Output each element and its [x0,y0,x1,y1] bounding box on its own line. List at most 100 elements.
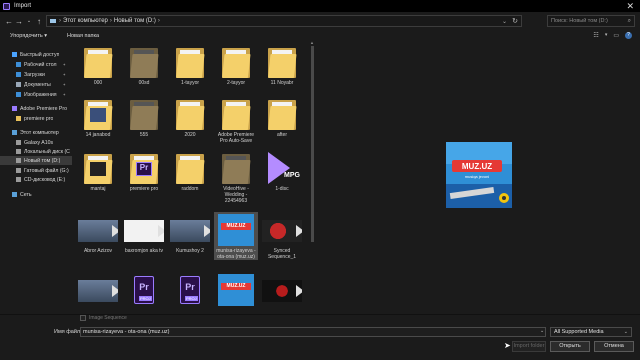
chevron-down-icon[interactable]: ▾ [605,32,608,39]
toolbar: Упорядочить ▾ Новая папка ☷ ▾ ▭ ? [0,30,640,42]
sidebar-item[interactable]: Новый том (D:) [0,156,72,165]
file-item[interactable]: raddom [168,150,212,192]
back-arrow-icon[interactable]: ← [4,17,14,26]
sidebar-item[interactable]: CD-дисковод (E:) [0,175,72,184]
video-thumbnail [262,280,302,302]
breadcrumb-drive-d[interactable]: Новый том (D:) [114,18,156,24]
play-icon [296,285,302,297]
file-item[interactable]: 1-tayyor [168,44,212,86]
file-name: mantaj [90,186,106,192]
file-thumbnail: MPG [260,150,304,186]
drive-icon [16,168,21,173]
sidebar-item[interactable]: Загрузки ✦ [0,70,72,79]
file-name: raddom [181,186,199,192]
file-item[interactable]: Kumushoy 2 [168,212,212,254]
play-icon [112,225,118,237]
file-item[interactable]: baxromjon aka tv [122,212,166,254]
import-folder-button[interactable]: Import folder [512,341,546,352]
folder-icon [176,154,205,184]
mpg-label: MPG [284,172,300,179]
file-thumbnail [168,150,212,186]
file-thumbnail [214,96,258,132]
sidebar-item[interactable]: Сеть [0,190,72,199]
file-item[interactable] [260,272,304,308]
window-title: Import [14,3,32,9]
file-item[interactable]: MUZ.UZ munisa-rizayeva - ota-ona (muz.uz) [214,212,258,260]
file-item[interactable]: VideoHive - Wedding - 22454963 [214,150,258,204]
file-thumbnail: Pr PROJ [168,272,212,308]
new-folder-button[interactable]: Новая папка [67,33,99,39]
file-name: 555 [139,132,149,138]
file-item[interactable]: Pr PROJ [168,272,212,308]
drive-icon [16,149,21,154]
sidebar-item[interactable]: Гатовый файл (G:) [0,166,72,175]
file-item[interactable]: 14 janabod [76,96,120,138]
folder-front [130,54,159,78]
premiere-project-icon: Pr PROJ [180,276,200,304]
chevron-down-icon[interactable]: ⌄ [540,328,544,334]
file-item[interactable]: MUZ.UZ [214,272,258,308]
sidebar-item[interactable]: Документы ✦ [0,80,72,89]
image-sequence-option[interactable]: Image Sequence [80,315,127,321]
cancel-button[interactable]: Отмена [594,341,634,352]
file-item[interactable]: 11 Noyabr [260,44,304,86]
scrollbar[interactable]: ▲ [310,40,315,314]
file-item[interactable]: Synced Sequence_1 [260,212,304,260]
file-item[interactable]: Pr PROJ [122,272,166,308]
file-thumbnail [168,44,212,80]
folder-icon [84,48,113,78]
open-button[interactable]: Открыть [550,341,590,352]
view-options-icon[interactable]: ☷ [593,32,598,39]
sidebar-item[interactable]: Galaxy A10s [0,138,72,147]
file-item[interactable]: 555 [122,96,166,138]
file-item[interactable]: mantaj [76,150,120,192]
search-input[interactable] [551,18,621,24]
sidebar-item-label: CD-дисковод (E:) [24,176,66,183]
forward-arrow-icon[interactable]: → [14,17,24,26]
premiere-logo-text: Pr [185,282,195,292]
sidebar-item[interactable]: Рабочий стол ✦ [0,60,72,69]
muz-logo: MUZ.UZ [221,283,251,290]
close-icon[interactable]: ✕ [626,0,634,12]
breadcrumb-this-pc[interactable]: Этот компьютер [63,18,108,24]
file-item[interactable]: MPG 1-disc [260,150,304,192]
file-item[interactable]: Pr premiere pro [122,150,166,192]
image-sequence-checkbox[interactable] [80,315,86,321]
sidebar-item[interactable]: Этот компьютер [0,128,72,137]
file-item[interactable]: Adobe Premiere Pro Auto-Save [214,96,258,144]
file-item[interactable]: 2-tayyor [214,44,258,86]
title-bar: Import ✕ [0,0,640,12]
file-name: baxromjon aka tv [124,248,164,254]
file-item[interactable]: Abror Azizov [76,212,120,254]
search-box[interactable]: ⌕ [547,15,635,27]
chevron-down-icon[interactable]: ⌄ [502,18,507,25]
file-name: VideoHive - Wedding - 22454963 [223,186,249,204]
file-thumbnail [122,212,166,248]
scroll-up-icon[interactable]: ▲ [310,40,314,45]
organize-button[interactable]: Упорядочить ▾ [10,33,47,39]
file-item[interactable]: after [260,96,304,138]
breadcrumb[interactable]: › Этот компьютер › Новый том (D:) › ⌄ ↻ [46,15,522,27]
scrollbar-thumb[interactable] [311,46,314,242]
sidebar-item[interactable]: Adobe Premiere Pro [0,104,72,113]
filetype-select[interactable]: All Supported Media ⌄ [550,327,632,337]
sidebar-item[interactable]: Быстрый доступ [0,50,72,59]
navigation-pane: Быстрый доступ Рабочий стол ✦ Загрузки ✦ Доку… [0,42,72,314]
file-item[interactable]: 00sd [122,44,166,86]
sidebar-item[interactable]: Изображения ✦ [0,90,72,99]
filename-input[interactable] [80,327,546,337]
sidebar-item[interactable]: premiere pro [0,114,72,123]
file-item[interactable]: 2020 [168,96,212,138]
folder-front [268,54,297,78]
refresh-icon[interactable]: ↻ [512,17,518,25]
file-item[interactable] [76,272,120,308]
sidebar-item-label: Сеть [20,191,32,198]
preview-pane-icon[interactable]: ▭ [613,32,619,39]
file-item[interactable]: 000 [76,44,120,86]
help-icon[interactable]: ? [625,32,632,39]
sidebar-item[interactable]: Локальный диск (C [0,147,72,156]
drive-icon [16,158,21,163]
sidebar-item-label: Galaxy A10s [24,139,54,146]
recent-chevron-icon[interactable]: ⌄ [24,18,34,24]
up-arrow-icon[interactable]: ↑ [34,17,44,26]
